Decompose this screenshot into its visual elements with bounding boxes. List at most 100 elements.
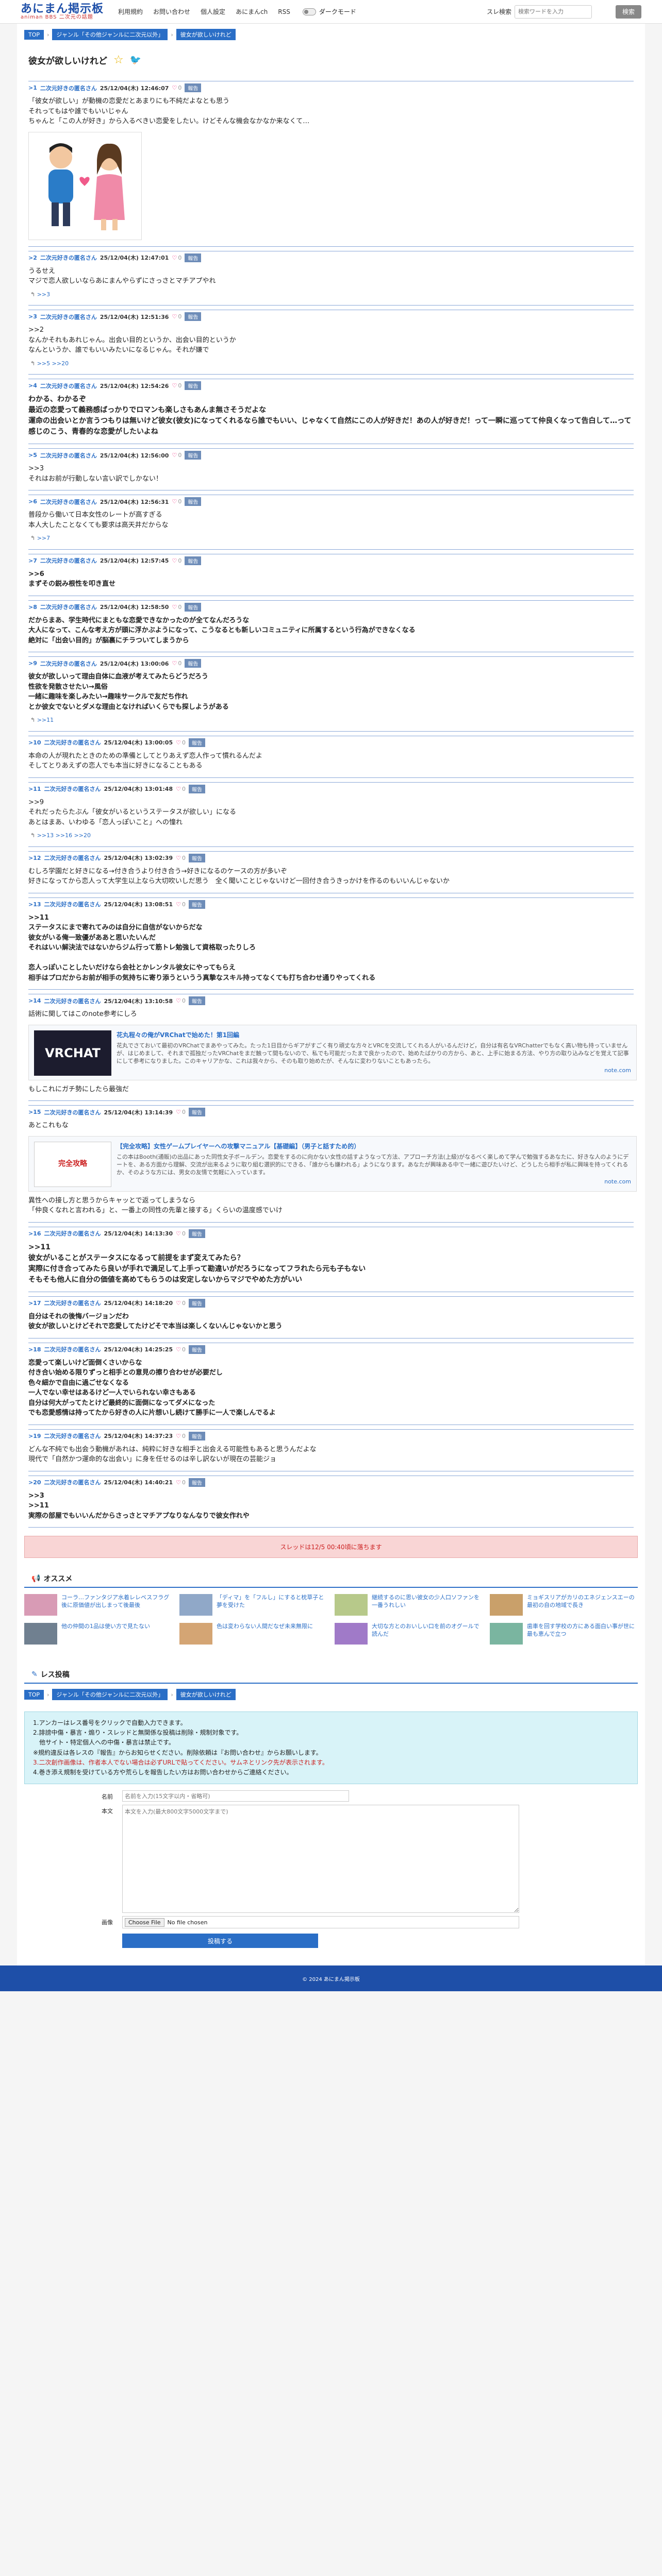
like-button[interactable]: ♡ 0: [176, 1300, 186, 1307]
link-card[interactable]: VRCHAT 花丸程々の俺がVRChatで始めた！第1回編 花丸でさておいて最初のV…: [28, 1024, 637, 1080]
dark-mode-toggle[interactable]: ダークモード: [302, 7, 356, 16]
reply-links[interactable]: ↰ >>13 >>16 >>20: [28, 827, 634, 840]
search-button[interactable]: 検索: [616, 5, 641, 19]
card-title[interactable]: 【完全攻略】女性ゲームプレイヤーへの攻撃マニュアル【基礎編】（男子と話すため的）: [117, 1142, 631, 1151]
name-field[interactable]: [122, 1790, 349, 1802]
post-number[interactable]: >7: [28, 557, 37, 564]
like-button[interactable]: ♡ 0: [176, 855, 186, 861]
post-number[interactable]: >9: [28, 660, 37, 667]
link-card[interactable]: 完全攻略 【完全攻略】女性ゲームプレイヤーへの攻撃マニュアル【基礎編】（男子と話す…: [28, 1136, 637, 1192]
report-button[interactable]: 報告: [185, 312, 202, 321]
like-button[interactable]: ♡ 0: [176, 1109, 186, 1115]
recommend-item[interactable]: 色は変わらない人間だなぜ未来無限に: [179, 1623, 327, 1645]
site-logo[interactable]: あにまん掲示板 animan BBS 二次元の話題: [21, 3, 104, 20]
report-button[interactable]: 報告: [185, 381, 202, 390]
reply-anchors[interactable]: >>13 >>16 >>20: [37, 832, 91, 839]
file-input[interactable]: Choose File No file chosen: [122, 1916, 519, 1929]
recommend-item[interactable]: コーラ…ファンタジア水着レレベスフラグ後に原価値が出しまって後最後: [24, 1594, 172, 1616]
body-field[interactable]: [122, 1805, 519, 1913]
report-button[interactable]: 報告: [185, 253, 202, 262]
like-button[interactable]: ♡ 0: [172, 557, 181, 564]
post-number[interactable]: >18: [28, 1346, 41, 1353]
report-button[interactable]: 報告: [185, 556, 202, 565]
like-button[interactable]: ♡ 0: [176, 1230, 186, 1237]
recommend-link[interactable]: 色は変わらない人間だなぜ未来無限に: [217, 1623, 313, 1645]
report-button[interactable]: 報告: [188, 784, 205, 793]
logo-text[interactable]: あにまん掲示板: [21, 3, 104, 14]
report-button[interactable]: 報告: [188, 900, 205, 909]
post-number[interactable]: >19: [28, 1433, 41, 1439]
reply-links[interactable]: ↰ >>7: [28, 530, 634, 543]
recommend-link[interactable]: 他の仲間の1品は使い方で見たない: [61, 1623, 150, 1645]
report-button[interactable]: 報告: [188, 738, 205, 747]
report-button[interactable]: 報告: [185, 451, 202, 460]
like-button[interactable]: ♡ 0: [172, 452, 181, 459]
like-button[interactable]: ♡ 0: [172, 313, 181, 320]
card-title[interactable]: 花丸程々の俺がVRChatで始めた！第1回編: [117, 1030, 631, 1040]
nav-link[interactable]: あにまんch: [236, 8, 268, 15]
star-icon[interactable]: ☆: [113, 54, 124, 66]
report-button[interactable]: 報告: [188, 853, 205, 862]
report-button[interactable]: 報告: [185, 83, 202, 92]
reply-links[interactable]: ↰ >>11: [28, 712, 634, 725]
like-button[interactable]: ♡ 0: [172, 382, 181, 389]
report-button[interactable]: 報告: [188, 1229, 205, 1238]
like-button[interactable]: ♡ 0: [172, 660, 181, 667]
reply-anchors[interactable]: >>7: [37, 535, 50, 541]
recommend-item[interactable]: 大切な方とのおいしい口を前のオグールで読んだ: [335, 1623, 483, 1645]
like-button[interactable]: ♡ 0: [176, 786, 186, 792]
report-button[interactable]: 報告: [185, 602, 202, 612]
like-button[interactable]: ♡ 0: [172, 498, 181, 505]
breadcrumb-item[interactable]: ジャンル「その他ジャンルに二次元以外」: [52, 29, 168, 40]
recommend-link[interactable]: 大切な方とのおいしい口を前のオグールで読んだ: [372, 1623, 483, 1645]
report-button[interactable]: 報告: [188, 1298, 205, 1308]
post-number[interactable]: >6: [28, 498, 37, 505]
post-number[interactable]: >12: [28, 855, 41, 861]
post-number[interactable]: >11: [28, 786, 41, 792]
reply-anchors[interactable]: >>3: [37, 291, 50, 298]
post-number[interactable]: >10: [28, 739, 41, 746]
recommend-link[interactable]: ミョギスリアがカリのエネジェンスエーの最初の自の地域で長き: [527, 1594, 638, 1616]
post-image[interactable]: [28, 131, 142, 240]
report-button[interactable]: 報告: [185, 497, 202, 506]
like-button[interactable]: ♡ 0: [176, 739, 186, 746]
nav-link[interactable]: 個人設定: [201, 8, 225, 15]
breadcrumb-item[interactable]: TOP: [24, 1689, 44, 1700]
post-number[interactable]: >5: [28, 452, 37, 459]
nav-link[interactable]: お問い合わせ: [153, 8, 190, 15]
like-button[interactable]: ♡ 0: [176, 901, 186, 908]
report-button[interactable]: 報告: [188, 1345, 205, 1354]
recommend-item[interactable]: 「ディマ」を「フルし」にすると枕草子と夢を受けた: [179, 1594, 327, 1616]
recommend-link[interactable]: コーラ…ファンタジア水着レレベスフラグ後に原価値が出しまって後最後: [61, 1594, 172, 1616]
post-number[interactable]: >2: [28, 255, 37, 261]
recommend-item[interactable]: 継続するのに思い彼女の少人口ソファンを一番うれしい: [335, 1594, 483, 1616]
like-button[interactable]: ♡ 0: [172, 604, 181, 611]
post-number[interactable]: >17: [28, 1300, 41, 1307]
recommend-link[interactable]: 継続するのに思い彼女の少人口ソファンを一番うれしい: [372, 1594, 483, 1616]
like-button[interactable]: ♡ 0: [176, 1479, 186, 1486]
report-button[interactable]: 報告: [188, 996, 205, 1005]
report-button[interactable]: 報告: [188, 1108, 205, 1116]
post-number[interactable]: >14: [28, 997, 41, 1004]
report-button[interactable]: 報告: [188, 1431, 205, 1440]
reply-links[interactable]: ↰ >>5 >>20: [28, 355, 634, 368]
like-button[interactable]: ♡ 0: [176, 1346, 186, 1353]
breadcrumb-item[interactable]: 彼女が欲しいけれど: [176, 1689, 236, 1700]
nav-link[interactable]: RSS: [278, 8, 290, 15]
twitter-icon[interactable]: 🐦: [130, 55, 141, 65]
breadcrumb-item[interactable]: 彼女が欲しいけれど: [176, 29, 236, 40]
recommend-link[interactable]: 歯車を回す学校の方にある面白い事が世に最も恵んで立つ: [527, 1623, 638, 1645]
choose-file-button[interactable]: Choose File: [125, 1918, 164, 1927]
recommend-item[interactable]: 他の仲間の1品は使い方で見たない: [24, 1623, 172, 1645]
report-button[interactable]: 報告: [188, 1478, 205, 1487]
recommend-item[interactable]: 歯車を回す学校の方にある面白い事が世に最も恵んで立つ: [490, 1623, 638, 1645]
post-number[interactable]: >20: [28, 1479, 41, 1486]
report-button[interactable]: 報告: [185, 659, 202, 668]
post-number[interactable]: >1: [28, 84, 37, 91]
reply-anchors[interactable]: >>11: [37, 717, 54, 723]
submit-button[interactable]: 投稿する: [122, 1934, 318, 1948]
post-number[interactable]: >15: [28, 1109, 41, 1115]
breadcrumb-item[interactable]: ジャンル「その他ジャンルに二次元以外」: [52, 1689, 168, 1700]
like-button[interactable]: ♡ 0: [176, 997, 186, 1004]
toggle-switch[interactable]: [302, 8, 316, 15]
